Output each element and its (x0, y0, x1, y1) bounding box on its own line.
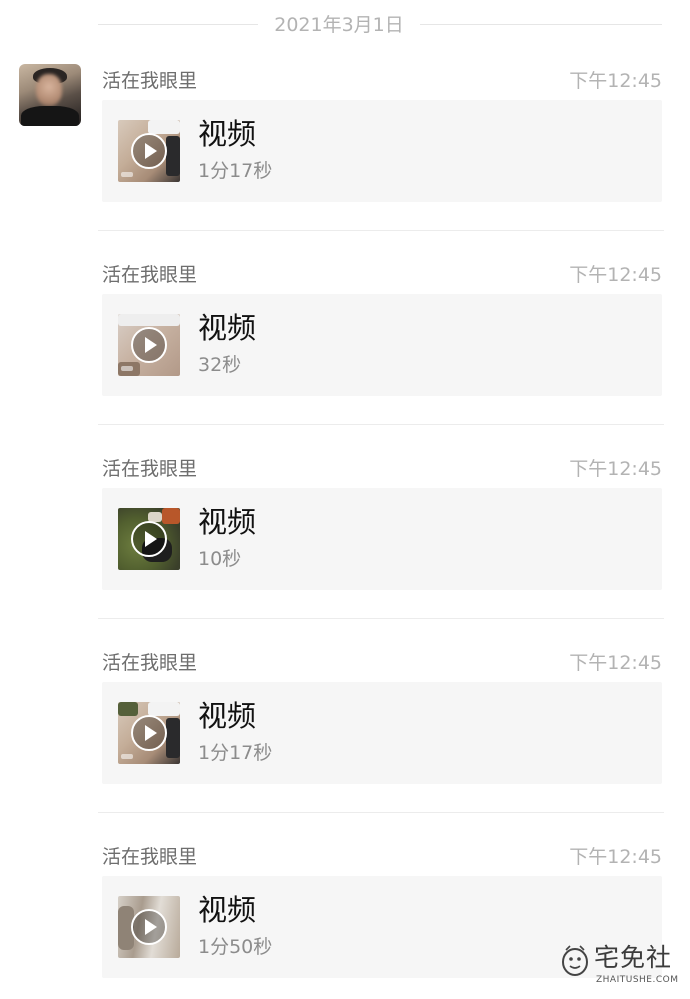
message-time: 下午12:45 (569, 70, 662, 92)
video-duration: 10秒 (198, 548, 242, 570)
thumbnail-badge (121, 366, 133, 371)
play-icon[interactable] (131, 909, 167, 945)
play-triangle (145, 143, 157, 159)
chat-message: 活在我眼里 下午12:45 视频 1分17秒 (98, 618, 664, 804)
chat-message: 活在我眼里 下午12:45 视频 1分17秒 (98, 62, 664, 222)
video-title: 视频 (198, 699, 257, 733)
video-duration: 1分17秒 (198, 160, 273, 182)
video-duration: 1分50秒 (198, 936, 273, 958)
date-divider-line-right (420, 24, 662, 25)
sender-name: 活在我眼里 (102, 652, 198, 674)
video-duration: 1分17秒 (198, 742, 273, 764)
message-separator (98, 812, 664, 813)
video-title: 视频 (198, 311, 257, 345)
video-title: 视频 (198, 893, 257, 927)
video-title: 视频 (198, 505, 257, 539)
avatar-shirt (21, 106, 79, 126)
play-triangle (145, 919, 157, 935)
thumbnail-detail (118, 702, 138, 716)
thumbnail-detail (166, 718, 180, 758)
play-triangle (145, 337, 157, 353)
thumbnail-badge (121, 754, 133, 759)
watermark-text: 宅免社 (594, 943, 673, 972)
message-time: 下午12:45 (569, 846, 662, 868)
message-separator (98, 618, 664, 619)
message-time: 下午12:45 (569, 264, 662, 286)
play-icon[interactable] (131, 715, 167, 751)
video-thumbnail[interactable] (118, 508, 180, 570)
play-triangle (145, 725, 157, 741)
video-thumbnail[interactable] (118, 702, 180, 764)
watermark-url: ZHAITUSHE.COM (596, 975, 679, 985)
video-message-card[interactable]: 视频 10秒 (102, 488, 662, 590)
chat-message: 活在我眼里 下午12:45 视频 32秒 (98, 230, 664, 416)
video-message-card[interactable]: 视频 1分17秒 (102, 100, 662, 202)
date-label: 2021年3月1日 (274, 14, 404, 36)
message-time: 下午12:45 (569, 458, 662, 480)
video-thumbnail[interactable] (118, 120, 180, 182)
sender-name: 活在我眼里 (102, 846, 198, 868)
play-triangle (145, 531, 157, 547)
video-title: 视频 (198, 117, 257, 151)
thumbnail-detail (148, 120, 180, 134)
message-separator (98, 230, 664, 231)
play-icon[interactable] (131, 521, 167, 557)
video-thumbnail[interactable] (118, 896, 180, 958)
video-thumbnail[interactable] (118, 314, 180, 376)
avatar-face (36, 74, 62, 106)
message-separator (98, 424, 664, 425)
sender-avatar[interactable] (19, 64, 81, 126)
chat-message: 活在我眼里 下午12:45 视频 10秒 (98, 424, 664, 610)
date-divider: 2021年3月1日 (0, 0, 690, 50)
video-duration: 32秒 (198, 354, 242, 376)
watermark-logo-icon (562, 945, 588, 976)
video-message-card[interactable]: 视频 1分17秒 (102, 682, 662, 784)
sender-name: 活在我眼里 (102, 458, 198, 480)
date-divider-line-left (98, 24, 258, 25)
play-icon[interactable] (131, 327, 167, 363)
video-message-card[interactable]: 视频 32秒 (102, 294, 662, 396)
thumbnail-detail (148, 702, 180, 716)
thumbnail-detail (162, 508, 180, 524)
thumbnail-detail (166, 136, 180, 176)
message-time: 下午12:45 (569, 652, 662, 674)
thumbnail-badge (121, 172, 133, 177)
sender-name: 活在我眼里 (102, 264, 198, 286)
play-icon[interactable] (131, 133, 167, 169)
sender-name: 活在我眼里 (102, 70, 198, 92)
site-watermark: 宅免社 ZHAITUSHE.COM (558, 940, 684, 994)
thumbnail-detail (118, 314, 180, 326)
